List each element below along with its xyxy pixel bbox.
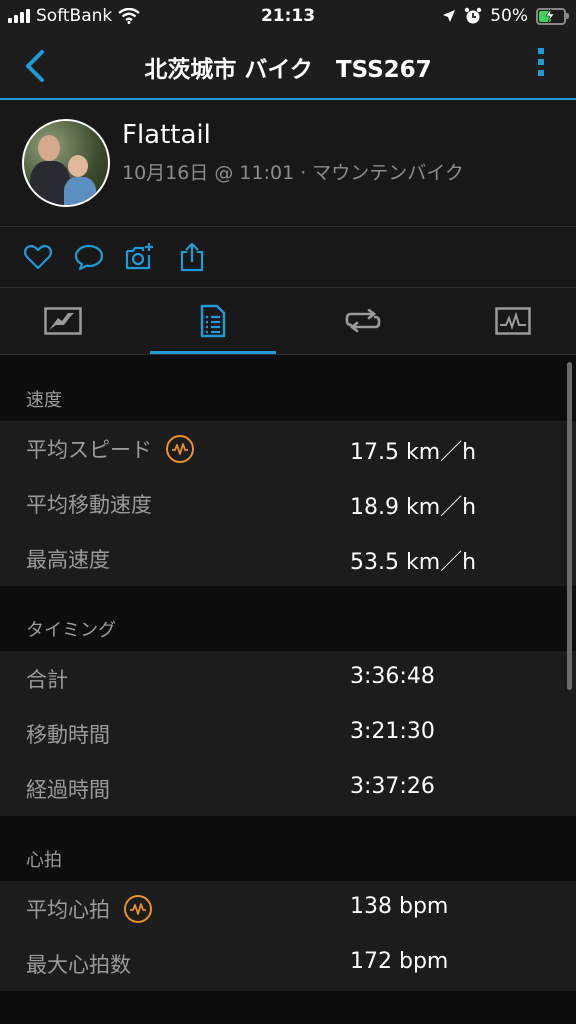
status-right: 50%: [442, 6, 569, 26]
stat-label: 最高速度: [26, 548, 110, 572]
tab-chart[interactable]: [450, 288, 576, 354]
stat-row: 最高速度 53.5 km／h: [0, 531, 576, 586]
section-title: タイミング: [26, 620, 116, 641]
page-title: 北茨城市 バイク TSS267: [144, 57, 432, 83]
stat-row: 合計 3:36:48: [0, 651, 576, 706]
stat-value: 3:36:48: [350, 664, 435, 689]
tab-details[interactable]: [150, 288, 276, 354]
stat-value: 3:21:30: [350, 719, 435, 744]
avatar[interactable]: [22, 119, 110, 207]
stat-row: 平均心拍 138 bpm: [0, 881, 576, 936]
stat-label: 平均心拍: [26, 898, 110, 922]
add-photo-icon[interactable]: [124, 241, 156, 273]
activity-profile: Flattail 10月16日 @ 11:01 · マウンテンバイク: [0, 100, 576, 227]
location-icon: [443, 10, 456, 22]
stat-label: 経過時間: [26, 778, 110, 802]
section-title: 速度: [26, 390, 62, 411]
share-icon[interactable]: [176, 241, 208, 273]
section-title: 心拍: [26, 850, 62, 871]
stat-label: 移動時間: [26, 723, 110, 747]
details-content[interactable]: 速度 平均スピード 17.5 km／h 平均移動速度 18.9 km／h 最高速…: [0, 356, 576, 1024]
more-vertical-icon[interactable]: [536, 48, 546, 84]
section-heart-header: 心拍: [0, 816, 576, 880]
stat-value: 18.9 km／h: [350, 495, 477, 520]
stat-label: 平均スピード: [26, 438, 152, 462]
activity-pulse-icon[interactable]: [166, 435, 194, 463]
tab-bar: [0, 288, 576, 355]
stat-row: 平均スピード 17.5 km／h: [0, 421, 576, 476]
activity-pulse-icon[interactable]: [124, 895, 152, 923]
activity-subtitle: 10月16日 @ 11:01 · マウンテンバイク: [122, 162, 464, 184]
comment-icon[interactable]: [73, 241, 105, 273]
stat-value: 53.5 km／h: [350, 550, 477, 575]
tab-map[interactable]: [0, 288, 126, 354]
stat-row: 平均移動速度 18.9 km／h: [0, 476, 576, 531]
stat-value: 3:37:26: [350, 774, 435, 799]
battery-charging-icon: [536, 7, 569, 25]
scrollbar[interactable]: [567, 362, 572, 690]
profile-name[interactable]: Flattail: [122, 120, 211, 150]
stat-label: 最大心拍数: [26, 953, 131, 977]
like-icon[interactable]: [22, 241, 54, 273]
stat-row: 経過時間 3:37:26: [0, 761, 576, 816]
stat-label: 平均移動速度: [26, 493, 152, 517]
laps-icon: [345, 309, 381, 333]
alarm-icon: [465, 7, 482, 24]
chart-icon: [495, 307, 531, 335]
action-bar: [0, 227, 576, 288]
stat-row: 最大心拍数 172 bpm: [0, 936, 576, 991]
stat-value: 138 bpm: [350, 894, 449, 919]
map-icon: [44, 307, 82, 335]
tab-laps[interactable]: [300, 288, 426, 354]
section-speed-header: 速度: [0, 356, 576, 420]
details-list-icon: [200, 304, 226, 338]
stat-label: 合計: [26, 668, 68, 692]
status-bar: SoftBank 21:13 50%: [0, 0, 576, 34]
battery-percent: 50%: [490, 6, 528, 26]
stat-value: 17.5 km／h: [350, 440, 477, 465]
stat-value: 172 bpm: [350, 949, 449, 974]
section-timing-header: タイミング: [0, 586, 576, 650]
stat-row: 移動時間 3:21:30: [0, 706, 576, 761]
nav-bar: 北茨城市 バイク TSS267: [0, 34, 576, 100]
